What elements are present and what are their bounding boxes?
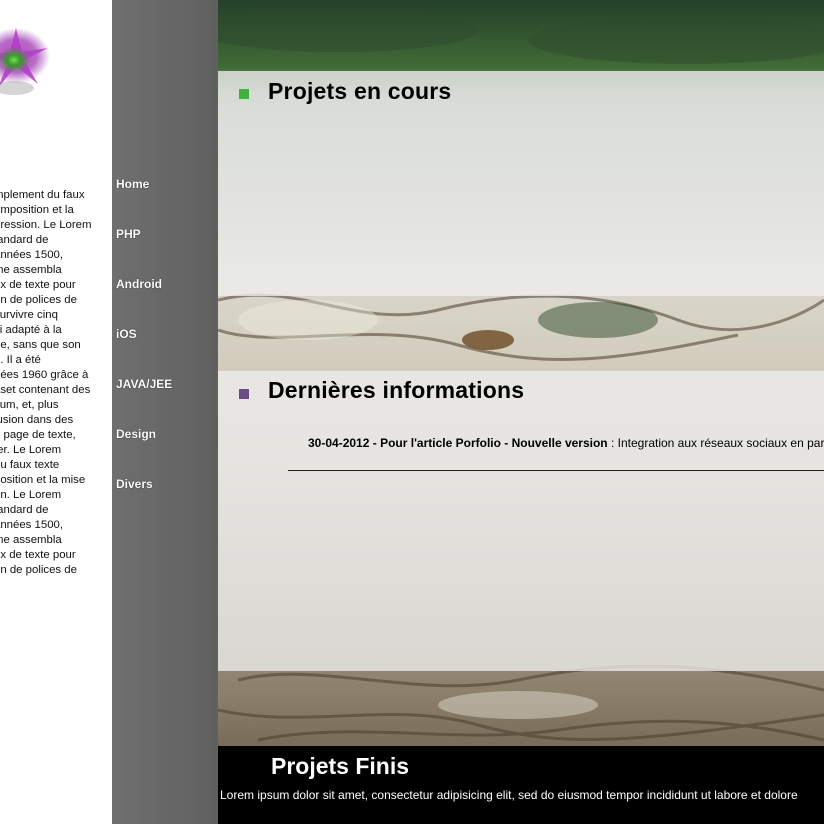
intro-text-line: en de polices de xyxy=(0,294,77,306)
nav-item-php[interactable]: PHP xyxy=(116,227,141,241)
nav-item-ios[interactable]: iOS xyxy=(116,327,137,341)
intro-text-line: nées 1960 grâce à xyxy=(0,369,89,381)
intro-text-line: position et la mise xyxy=(0,474,86,486)
intro-text: mplement du faux omposition et la pression… xyxy=(0,188,110,578)
intro-text-line: on. Le Lorem xyxy=(0,489,62,501)
logo-flower-icon xyxy=(0,28,50,95)
nav-item-divers[interactable]: Divers xyxy=(116,477,153,491)
news-date: 30-04-2012 xyxy=(308,436,370,450)
intro-text-line: omposition et la xyxy=(0,204,74,216)
intro-text-line: n page de texte, xyxy=(0,429,76,441)
intro-text-line: si adapté à la xyxy=(0,324,62,336)
intro-text-line: survivre cinq xyxy=(0,309,58,321)
nav-item-java-jee[interactable]: JAVA/JEE xyxy=(116,377,172,391)
nav-item-design[interactable]: Design xyxy=(116,427,156,441)
sidebar-nav: Home PHP Android iOS JAVA/JEE Design Div… xyxy=(112,0,218,824)
intro-text-line: é. Il a été xyxy=(0,354,41,366)
intro-text-line: lusion dans des xyxy=(0,414,74,426)
projets-en-cours-panel: Projets en cours xyxy=(218,71,824,296)
left-column: mplement du faux omposition et la pression… xyxy=(0,0,112,824)
projets-finis-footer: Projets Finis Lorem ipsum dolor sit amet… xyxy=(218,746,824,824)
intro-text-line: ux de texte pour xyxy=(0,549,76,561)
news-separator: - xyxy=(369,436,381,450)
section-title-dernieres-informations: Dernières informations xyxy=(268,377,525,403)
intro-text-line: ter. Le Lorem xyxy=(0,444,62,456)
intro-text-line: aset contenant des xyxy=(0,384,91,396)
section-title-projets-finis: Projets Finis xyxy=(271,753,410,779)
intro-text-line: sum, et, plus xyxy=(0,399,59,411)
news-item[interactable]: 30-04-2012 - Pour l'article Porfolio - N… xyxy=(308,436,824,450)
nav-item-android[interactable]: Android xyxy=(116,277,162,291)
dernieres-informations-panel: Dernières informations 30-04-2012 - Pour… xyxy=(218,371,824,671)
intro-text-line: en de polices de xyxy=(0,564,77,576)
intro-text-line: tandard de xyxy=(0,504,49,516)
intro-text-line: pression. Le Lorem xyxy=(0,219,92,231)
intro-text-line: mplement du faux xyxy=(0,189,85,201)
intro-text-line: me assembla xyxy=(0,264,62,276)
projets-finis-text: Lorem ipsum dolor sit amet, consectetur … xyxy=(220,788,798,802)
intro-text-line: ne, sans que son xyxy=(0,339,81,351)
intro-text-line: me assembla xyxy=(0,534,62,546)
news-text: : Integration aux réseaux sociaux en par xyxy=(607,436,824,450)
main-content: Projets en cours Dernières informations … xyxy=(218,0,824,824)
intro-text-line: années 1500, xyxy=(0,249,64,261)
nav-item-home[interactable]: Home xyxy=(116,177,149,191)
intro-text-line: ux de texte pour xyxy=(0,279,76,291)
intro-text-line: du faux texte xyxy=(0,459,60,471)
intro-text-line: années 1500, xyxy=(0,519,64,531)
news-divider xyxy=(288,470,824,471)
news-label[interactable]: Pour l'article Porfolio - Nouvelle versi… xyxy=(380,436,608,450)
section-bullet-icon xyxy=(239,389,249,399)
section-bullet-icon xyxy=(239,89,249,99)
intro-text-line: tandard de xyxy=(0,234,49,246)
section-title-projets-en-cours: Projets en cours xyxy=(268,78,452,104)
